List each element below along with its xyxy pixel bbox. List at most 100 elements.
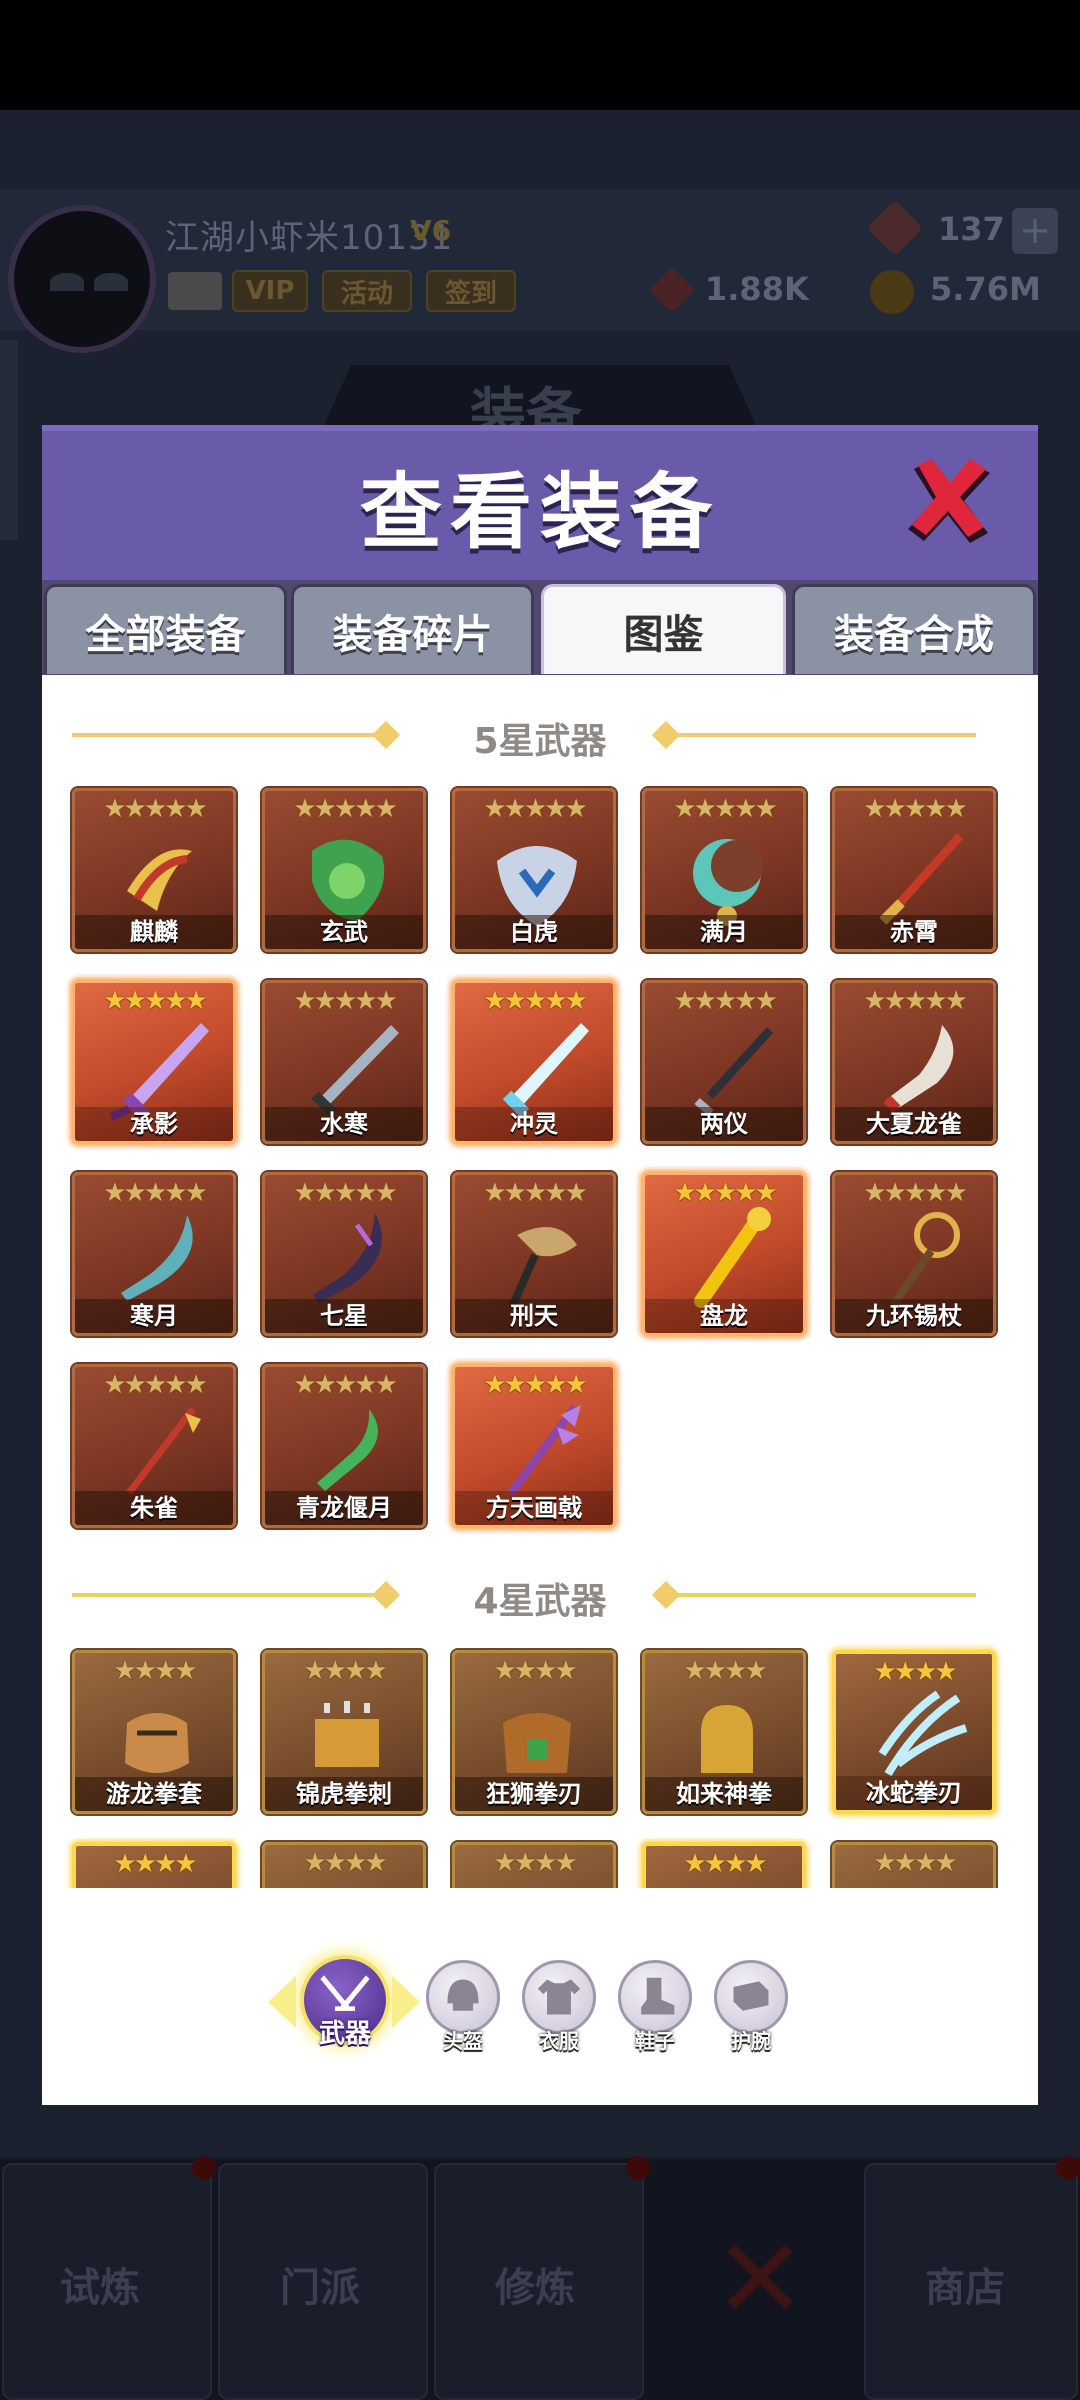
mail-icon[interactable] [168,272,222,310]
equipment-name: 麒麟 [75,915,233,949]
section-title-5star: 5星武器 [473,721,607,762]
gold-count: 5.76M [930,270,1041,308]
star-rating: ★★★★ [303,1656,387,1686]
gold-icon [870,270,914,314]
equipment-card[interactable]: ★★★★★ 寒月 [72,1172,236,1336]
equipment-name: 寒月 [75,1299,233,1333]
equipment-card[interactable]: ★★★★ 狂狮拳刃 [452,1650,616,1814]
status-bar [0,0,1080,110]
star-rating: ★★★★★ [293,1178,398,1208]
equipment-card[interactable]: ★★★★★ 九环锡杖 [832,1172,996,1336]
background-side-panel [0,340,18,540]
equipment-card[interactable]: ★★★★ [642,1842,806,1888]
equipment-card[interactable]: ★★★★★ 满月 [642,788,806,952]
category-glow-left [268,1976,296,2028]
nav-notify-dot [626,2156,650,2180]
category-weapon-label: 武器 [318,2019,371,2049]
equipment-name: 两仪 [645,1107,803,1141]
section-title-4star: 4星武器 [473,1581,607,1622]
equipment-name: 锦虎拳刺 [265,1777,423,1811]
equipment-card[interactable]: ★★★★ [262,1842,426,1888]
equipment-card[interactable]: ★★★★ [832,1842,996,1888]
equipment-name: 满月 [645,915,803,949]
equipment-name: 冲灵 [455,1107,613,1141]
equipment-card[interactable]: ★★★★★ 冲灵 [452,980,616,1144]
partial-row: ★★★★ ★★★★ ★★★★ ★★★★ ★★★★ [42,1838,1038,1888]
star-rating: ★★★★★ [483,1370,588,1400]
category-clothes-button[interactable] [522,1960,596,2034]
dialog-title: 查看装备 [359,465,720,560]
close-icon [908,459,990,543]
nav-cultivate-label: 修炼 [495,2265,575,2311]
activity-button[interactable]: 活动 [322,270,412,312]
star-rating: ★★★★★ [863,1178,968,1208]
close-button[interactable] [900,455,1000,550]
nav-trial-label: 试炼 [60,2265,140,2311]
category-helmet-label: 头盔 [443,2029,483,2053]
star-rating: ★★★★★ [673,986,778,1016]
vip-button[interactable]: VIP [232,270,308,312]
star-rating: ★★★★ [493,1656,577,1686]
tab-all-equipment[interactable]: 全部装备 [44,584,287,674]
equipment-card[interactable]: ★★★★★ 七星 [262,1172,426,1336]
add-gems-button[interactable]: + [1012,208,1058,254]
power-count: 1.88K [705,270,809,308]
equipment-name: 七星 [265,1299,423,1333]
equipment-card[interactable]: ★★★★★ 刑天 [452,1172,616,1336]
signin-button[interactable]: 签到 [426,270,516,312]
equipment-card[interactable]: ★★★★★ 白虎 [452,788,616,952]
tab-equipment-synthesis[interactable]: 装备合成 [792,584,1036,674]
star-rating: ★★★★★ [483,986,588,1016]
equipment-card[interactable]: ★★★★★ 青龙偃月 [262,1364,426,1528]
star-rating: ★★★★★ [673,794,778,824]
equipment-card[interactable]: ★★★★ [452,1842,616,1888]
equipment-card[interactable]: ★★★★★ 方天画戟 [452,1364,616,1528]
category-bracer-label: 护腕 [731,2029,771,2053]
equipment-card[interactable]: ★★★★ 冰蛇拳刃 [832,1650,996,1814]
star-rating: ★★★★★ [103,794,208,824]
equipment-name: 水寒 [265,1107,423,1141]
star-rating: ★★★★★ [483,1178,588,1208]
nav-notify-dot [1056,2156,1080,2180]
equipment-card[interactable]: ★★★★★ 大夏龙雀 [832,980,996,1144]
shirt-icon [537,1979,581,2015]
equipment-name: 九环锡杖 [835,1299,993,1333]
star-rating: ★★★★★ [293,794,398,824]
equipment-card[interactable]: ★★★★★ 麒麟 [72,788,236,952]
equipment-name: 方天画戟 [455,1491,613,1525]
equipment-name: 赤霄 [835,915,993,949]
equipment-card[interactable]: ★★★★ 游龙拳套 [72,1650,236,1814]
equipment-card[interactable]: ★★★★★ 赤霄 [832,788,996,952]
equipment-card[interactable]: ★★★★ [72,1842,236,1888]
nav-sect-label: 门派 [280,2265,360,2311]
gem-count: 137 [938,210,1005,248]
category-bracer-button[interactable] [714,1960,788,2034]
equipment-card[interactable]: ★★★★★ 玄武 [262,788,426,952]
equipment-name: 玄武 [265,915,423,949]
equipment-card[interactable]: ★★★★ 如来神拳 [642,1650,806,1814]
category-clothes-label: 衣服 [539,2029,579,2053]
equipment-card[interactable]: ★★★★ 锦虎拳刺 [262,1650,426,1814]
helmet-icon [447,1979,479,2011]
equipment-name: 冰蛇拳刃 [836,1776,992,1810]
nav-close-icon[interactable]: ✕ [714,2215,806,2343]
star-rating: ★★★★★ [103,1370,208,1400]
equipment-name: 游龙拳套 [75,1777,233,1811]
tab-codex[interactable]: 图鉴 [541,584,786,674]
tab-equipment-fragments[interactable]: 装备碎片 [291,584,534,674]
category-glow-right [392,1976,420,2028]
category-shoes-button[interactable] [618,1960,692,2034]
star-rating: ★★★★ [113,1656,197,1686]
star-rating: ★★★★★ [293,986,398,1016]
star-rating: ★★★★★ [483,794,588,824]
player-avatar[interactable] [8,205,156,353]
nav-notify-dot [192,2156,216,2180]
equipment-card[interactable]: ★★★★★ 承影 [72,980,236,1144]
equipment-card[interactable]: ★★★★★ 水寒 [262,980,426,1144]
category-helmet-button[interactable] [426,1960,500,2034]
star-rating: ★★★★★ [103,1178,208,1208]
equipment-card[interactable]: ★★★★★ 两仪 [642,980,806,1144]
nav-shop-label: 商店 [925,2265,1005,2311]
equipment-card[interactable]: ★★★★★ 盘龙 [642,1172,806,1336]
equipment-card[interactable]: ★★★★★ 朱雀 [72,1364,236,1528]
